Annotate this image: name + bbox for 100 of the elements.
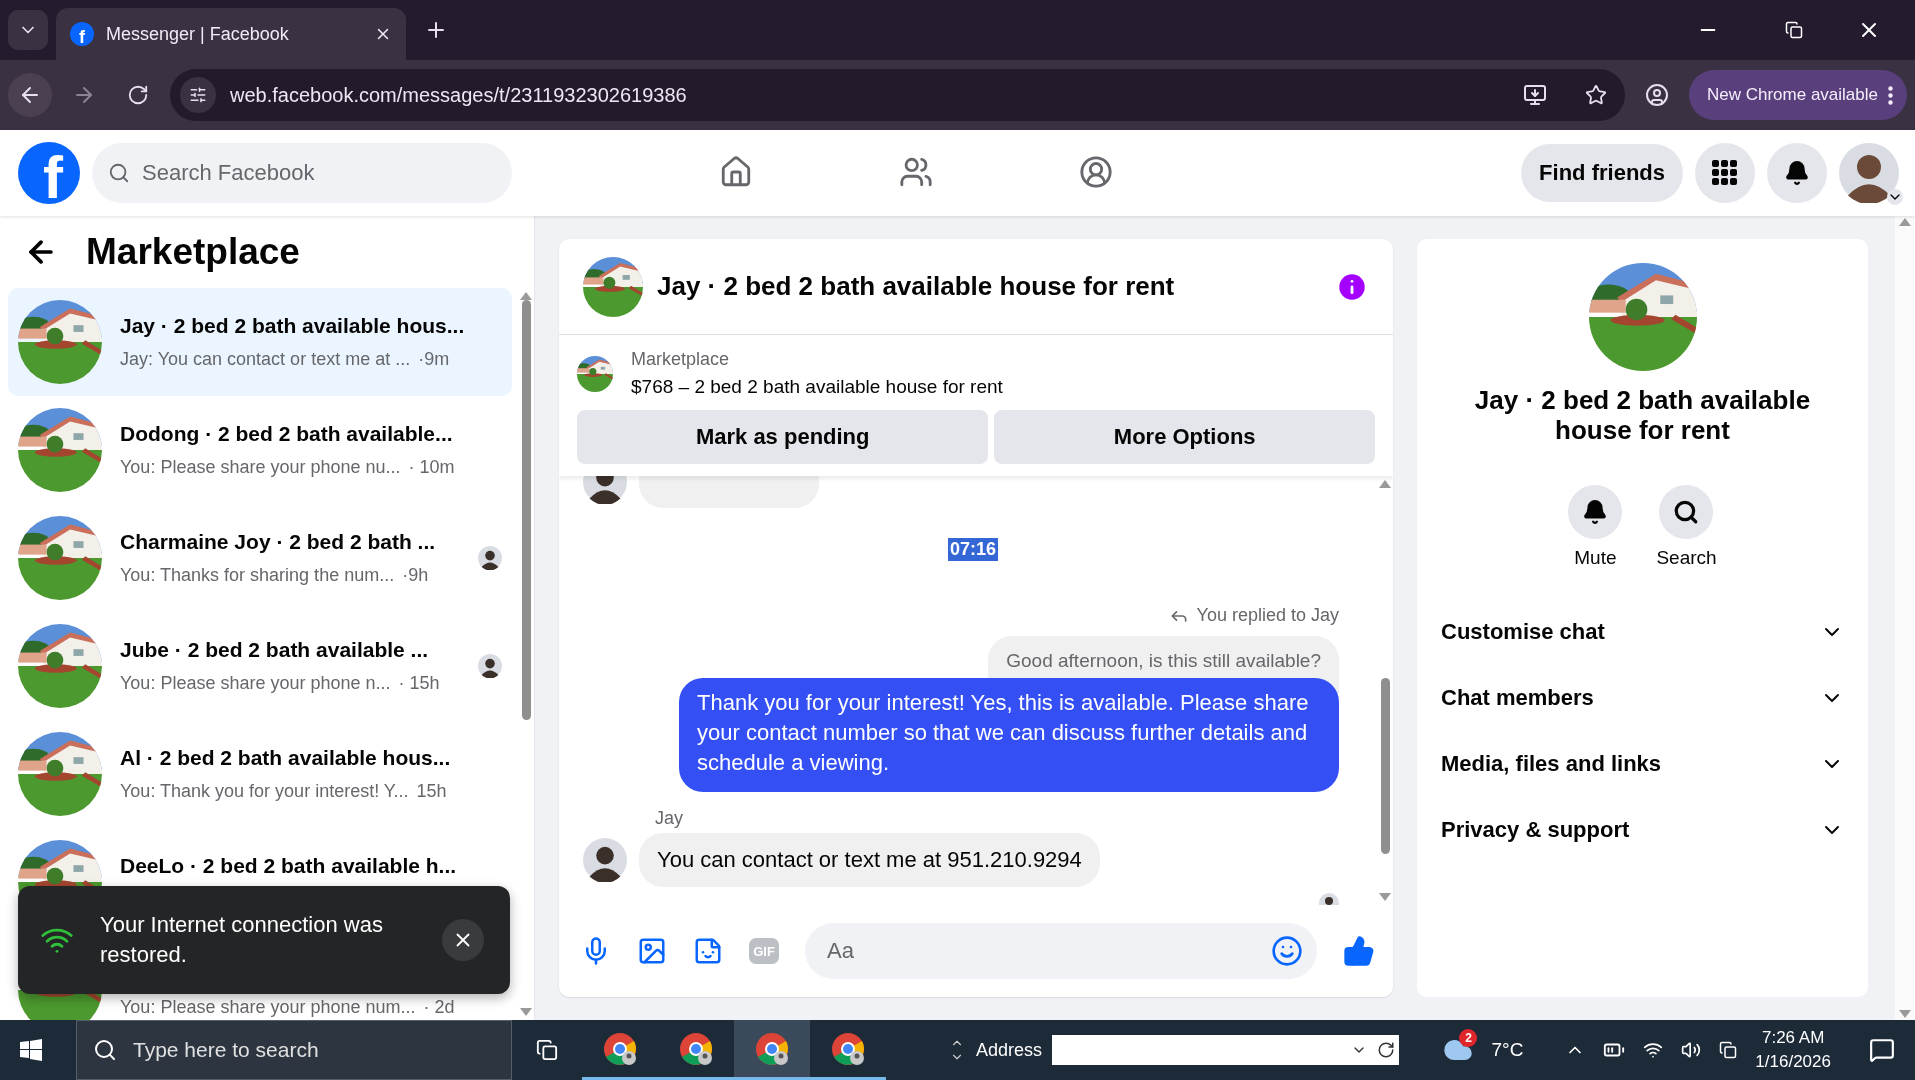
section-toggle[interactable]: Chat members: [1417, 665, 1868, 731]
device-icon[interactable]: [1719, 1041, 1738, 1059]
facebook-icon: f: [70, 22, 94, 46]
message-bubble: You can contact or text me at 951.210.9294: [639, 833, 1100, 887]
message-preview: You: Thank you for your interest! Y...: [120, 780, 409, 803]
scroll-down-icon[interactable]: [1899, 1010, 1911, 1018]
panel-title: Marketplace: [86, 231, 300, 273]
taskbar-app[interactable]: [734, 1020, 810, 1080]
scrollbar-thumb[interactable]: [521, 300, 531, 720]
back-button[interactable]: [8, 73, 52, 117]
message-preview: You: Thanks for sharing the num...: [120, 564, 395, 587]
conversation-title: Jay · 2 bed 2 bath available hous...: [120, 313, 465, 339]
reply-note: You replied to Jay: [1196, 605, 1339, 626]
windows-icon[interactable]: [20, 1039, 42, 1061]
thumbs-up-icon[interactable]: [1343, 935, 1375, 967]
menu-button[interactable]: [1695, 143, 1755, 203]
conversation-name: Jay · 2 bed 2 bath available house for rent: [1473, 385, 1812, 445]
restore-icon[interactable]: [1785, 21, 1803, 39]
browser-icon: [755, 1031, 789, 1066]
message-input[interactable]: Aa: [825, 937, 1271, 965]
star-icon[interactable]: [1584, 84, 1607, 106]
person-circle-icon: [1079, 154, 1113, 189]
conversation-title: Charmaine Joy · 2 bed 2 bath ...: [120, 529, 437, 555]
search-icon: [108, 162, 130, 184]
section-toggle[interactable]: Media, files and links: [1417, 731, 1868, 797]
message-preview: You: Please share your phone num...: [120, 996, 416, 1019]
close-button[interactable]: [442, 919, 484, 961]
browser-tab[interactable]: f Messenger | Facebook: [56, 8, 406, 60]
emoji-icon[interactable]: [1271, 935, 1303, 967]
avatar: [478, 654, 502, 678]
listing-title: $768 – 2 bed 2 bath available house for rent: [631, 376, 1003, 398]
conversation-title: Jube · 2 bed 2 bath available ...: [120, 637, 430, 663]
home-icon: [719, 154, 753, 189]
toast-message: Your Internet connection was restored.: [100, 911, 384, 969]
profile-icon: [1644, 83, 1669, 107]
reload-icon: [127, 84, 149, 106]
section-toggle[interactable]: Customise chat: [1417, 599, 1868, 665]
address-bar[interactable]: web.facebook.com/messages/t/2311932302619386: [170, 69, 1625, 121]
listing-label: Marketplace: [631, 349, 731, 370]
scroll-up-icon[interactable]: [1899, 218, 1911, 226]
scrollbar-thumb[interactable]: [1380, 678, 1390, 854]
clock[interactable]: 7:26 AM 1/16/2026: [1755, 1026, 1831, 1074]
sender-name: Jay: [655, 808, 683, 829]
site-settings-button[interactable]: [180, 77, 216, 113]
message-preview: You: Please share your phone nu...: [120, 456, 401, 479]
scroll-down-icon[interactable]: [520, 1008, 532, 1016]
conversation-item[interactable]: Jube · 2 bed 2 bath available ... You: Please share your phone n... · 15h: [8, 612, 512, 720]
message-preview: You: Please share your phone n...: [120, 672, 391, 695]
message-time: ·9m: [418, 348, 450, 371]
action-button[interactable]: More Options: [994, 410, 1375, 464]
update-button[interactable]: New Chrome available: [1688, 70, 1907, 120]
address-field[interactable]: [1052, 1035, 1400, 1065]
browser-icon: [679, 1031, 713, 1066]
notifications-icon[interactable]: [1869, 1037, 1895, 1063]
bell-icon: [1784, 160, 1810, 186]
conversation-item[interactable]: Al · 2 bed 2 bath available hous... You: Thank you for your interest! Y... 15h: [8, 720, 512, 828]
refresh-icon[interactable]: [1377, 1041, 1396, 1059]
wifi-icon[interactable]: [1643, 1040, 1664, 1060]
avatar: [478, 546, 502, 570]
browser-icon: [603, 1031, 637, 1066]
chat-title: Jay · 2 bed 2 bath available house for rent: [657, 271, 1176, 302]
message-time: · 2d: [423, 996, 455, 1019]
search-bar[interactable]: Search Facebook: [92, 143, 512, 203]
avatar: [583, 838, 627, 882]
avatar: [1839, 143, 1899, 203]
conversation-item[interactable]: Charmaine Joy · 2 bed 2 bath ... You: Thanks for sharing the num... ·9h: [8, 504, 512, 612]
search-icon: [93, 1038, 117, 1062]
conversation-item[interactable]: Jay · 2 bed 2 bath available hous... Jay: You can contact or text me at ... ·9m: [8, 288, 512, 396]
sliders-icon: [189, 86, 207, 104]
taskbar-search-input[interactable]: Type here to search: [131, 1037, 495, 1063]
temperature: 7°C: [1491, 1039, 1524, 1061]
message-time: ·9h: [402, 564, 429, 587]
caret-icon: [1887, 189, 1903, 205]
address-label: Address: [976, 1039, 1043, 1061]
search-input[interactable]: Search Facebook: [140, 159, 496, 187]
scroll-down-icon[interactable]: [1379, 893, 1391, 901]
action-button[interactable]: Mark as pending: [577, 410, 989, 464]
message-bubble: Thank you for your interest! Yes, this is available. Please share your contact number so that we can discuss further details and schedule a viewing.: [679, 678, 1339, 792]
message-time: · 10m: [408, 456, 455, 479]
volume-icon[interactable]: [1681, 1040, 1702, 1060]
scroll-up-icon[interactable]: [1379, 480, 1391, 488]
task-view-icon: [536, 1039, 558, 1061]
facebook-logo[interactable]: f: [18, 142, 80, 204]
conversation-title: DeeLo · 2 bed 2 bath available h...: [120, 853, 458, 879]
find-friends-button[interactable]: Find friends: [1521, 144, 1683, 202]
conversation-title: Dodong · 2 bed 2 bath available...: [120, 421, 454, 447]
conversation-item[interactable]: Dodong · 2 bed 2 bath available... You: Please share your phone nu... · 10m: [8, 396, 512, 504]
sticker-icon[interactable]: [693, 936, 723, 966]
message-bar[interactable]: Aa: [805, 923, 1317, 979]
browser-icon: [831, 1031, 865, 1066]
bell-icon: [1582, 499, 1609, 525]
weather-badge: 2: [1459, 1029, 1478, 1047]
taskbar-search-field[interactable]: Type here to search: [76, 1020, 512, 1080]
install-icon[interactable]: [1522, 83, 1547, 107]
message-time: · 15h: [398, 672, 440, 695]
section-toggle[interactable]: Privacy & support: [1417, 797, 1868, 863]
timestamp: 07:16: [947, 538, 998, 561]
more-icon: [1888, 85, 1893, 105]
image-icon[interactable]: [637, 936, 667, 966]
conversation-title: Al · 2 bed 2 bath available hous...: [120, 745, 452, 771]
